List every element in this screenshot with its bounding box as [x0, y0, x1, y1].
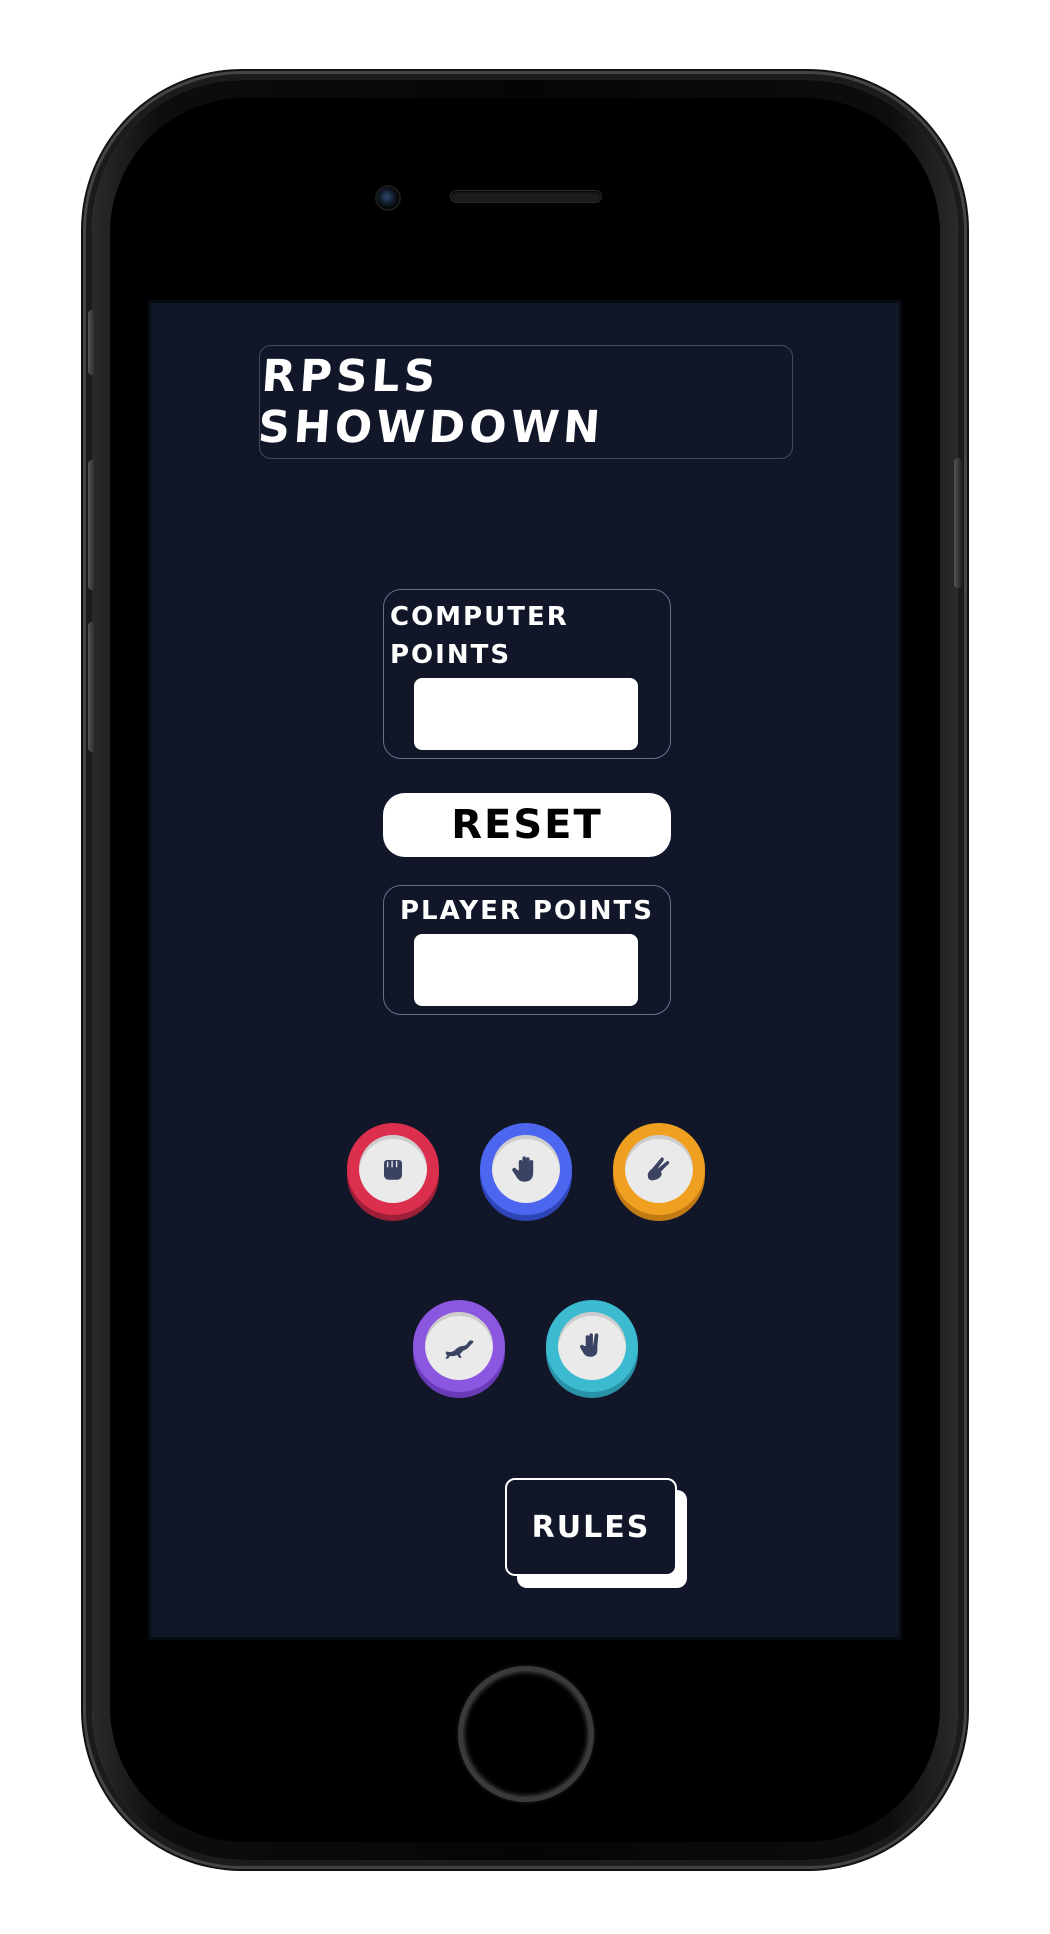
lizard-face — [425, 1312, 493, 1380]
scissors-face — [625, 1135, 693, 1203]
app-screen: RPSLS SHOWDOWN COMPUTER POINTS RESET PLA… — [148, 300, 902, 1640]
volume-up-button — [88, 460, 96, 590]
power-button — [954, 458, 962, 588]
page-title: RPSLS SHOWDOWN — [256, 351, 606, 453]
scissors-button[interactable] — [613, 1123, 705, 1215]
lizard-icon — [445, 1340, 474, 1359]
front-camera — [375, 185, 401, 211]
reset-button[interactable]: RESET — [383, 793, 671, 857]
title-box: RPSLS SHOWDOWN — [256, 345, 793, 459]
volume-down-button — [88, 622, 96, 752]
spock-button[interactable] — [546, 1300, 638, 1392]
lizard-button[interactable] — [413, 1300, 505, 1392]
computer-points-label: COMPUTER POINTS — [390, 602, 569, 670]
computer-score-box: COMPUTER POINTS — [383, 589, 671, 759]
rock-button[interactable] — [347, 1123, 439, 1215]
fist-icon — [384, 1160, 402, 1180]
mute-switch — [88, 310, 96, 375]
earpiece-speaker — [451, 191, 601, 202]
rock-face — [359, 1135, 427, 1203]
home-button[interactable] — [458, 1666, 594, 1802]
player-points-label: PLAYER POINTS — [400, 896, 654, 926]
open-hand-icon — [512, 1156, 534, 1182]
scissors-hand-icon — [647, 1157, 670, 1181]
player-score-box: PLAYER POINTS — [383, 885, 671, 1015]
player-points-display — [414, 934, 638, 1006]
paper-face — [492, 1135, 560, 1203]
spock-face — [558, 1312, 626, 1380]
page: RPSLS SHOWDOWN COMPUTER POINTS RESET PLA… — [0, 0, 1050, 1934]
spock-hand-icon — [580, 1333, 599, 1357]
rules-button[interactable]: RULES — [505, 1478, 677, 1576]
computer-points-display — [414, 678, 638, 750]
paper-button[interactable] — [480, 1123, 572, 1215]
